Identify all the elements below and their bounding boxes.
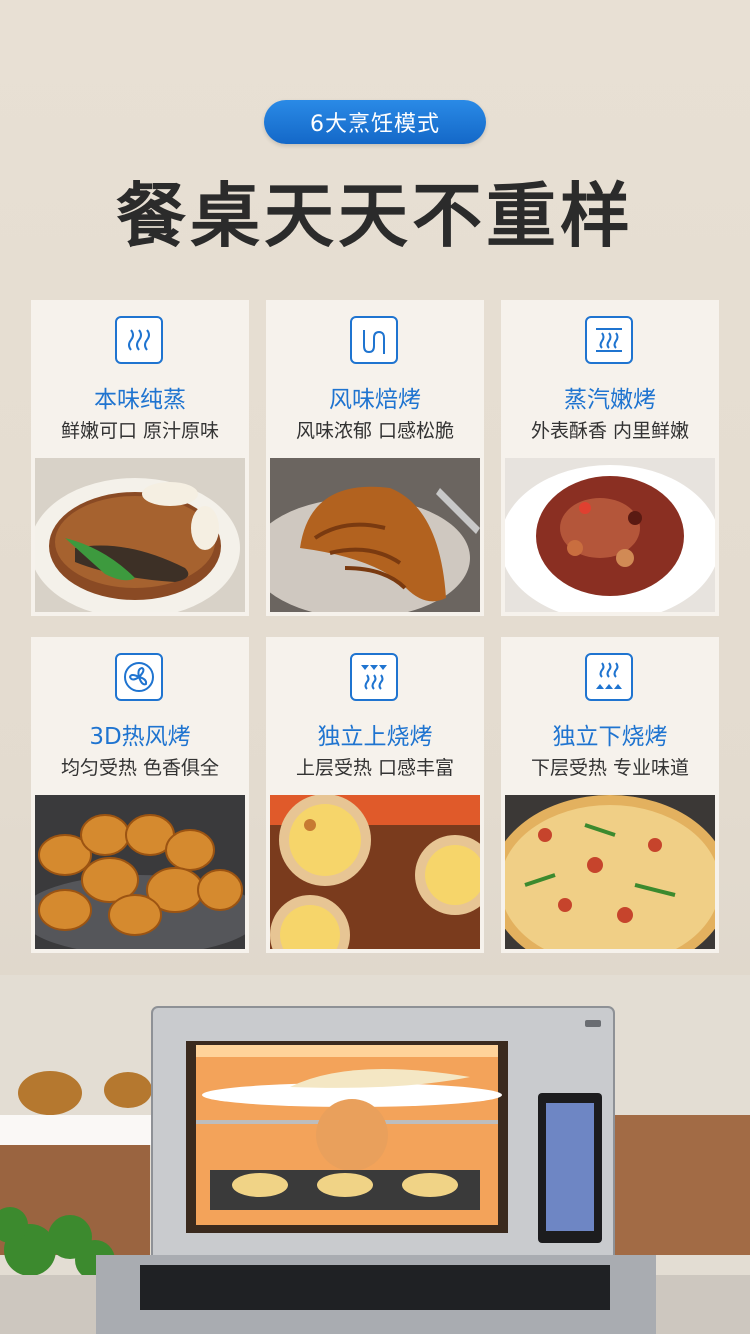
mode-title: 本味纯蒸 [94, 387, 186, 413]
mode-card-bake: 风味焙烤 风味浓郁 口感松脆 [266, 300, 484, 616]
page-headline: 餐桌天天不重样 [116, 175, 634, 257]
mode-subtitle: 下层受热 专业味道 [530, 757, 690, 779]
mode-card-top-grill: 独立上烧烤 上层受热 口感丰富 [266, 637, 484, 953]
mode-subtitle: 风味浓郁 口感松脆 [295, 420, 455, 442]
cooking-modes-badge: 6大烹饪模式 [264, 100, 486, 144]
bottom-heat-icon [585, 653, 633, 701]
steamed-sea-cucumber-photo [35, 458, 245, 612]
steam-icon [115, 316, 163, 364]
egg-tarts-photo [270, 795, 480, 949]
oven-kitchen-scene [0, 975, 750, 1334]
mode-title: 3D热风烤 [89, 724, 191, 750]
mode-card-steam: 本味纯蒸 鲜嫩可口 原汁原味 [31, 300, 249, 616]
mode-card-bottom-grill: 独立下烧烤 下层受热 专业味道 [501, 637, 719, 953]
mode-card-steam-bake: 蒸汽嫩烤 外表酥香 内里鲜嫩 [501, 300, 719, 616]
top-heat-icon [350, 653, 398, 701]
mode-subtitle: 上层受热 口感丰富 [295, 757, 455, 779]
steam-bake-icon [585, 316, 633, 364]
mode-subtitle: 外表酥香 内里鲜嫩 [530, 420, 690, 442]
mode-subtitle: 鲜嫩可口 原汁原味 [60, 420, 220, 442]
mode-title: 独立下烧烤 [552, 724, 668, 750]
bake-icon [350, 316, 398, 364]
fan-icon [115, 653, 163, 701]
mode-card-3d-hot-air: 3D热风烤 均匀受热 色香俱全 [31, 637, 249, 953]
mode-title: 独立上烧烤 [317, 724, 433, 750]
roasted-potatoes-photo [35, 795, 245, 949]
mode-title: 风味焙烤 [329, 387, 421, 413]
mode-subtitle: 均匀受热 色香俱全 [60, 757, 220, 779]
mode-title: 蒸汽嫩烤 [564, 387, 656, 413]
pizza-photo [505, 795, 715, 949]
croissant-photo [270, 458, 480, 612]
roasted-meat-photo [505, 458, 715, 612]
